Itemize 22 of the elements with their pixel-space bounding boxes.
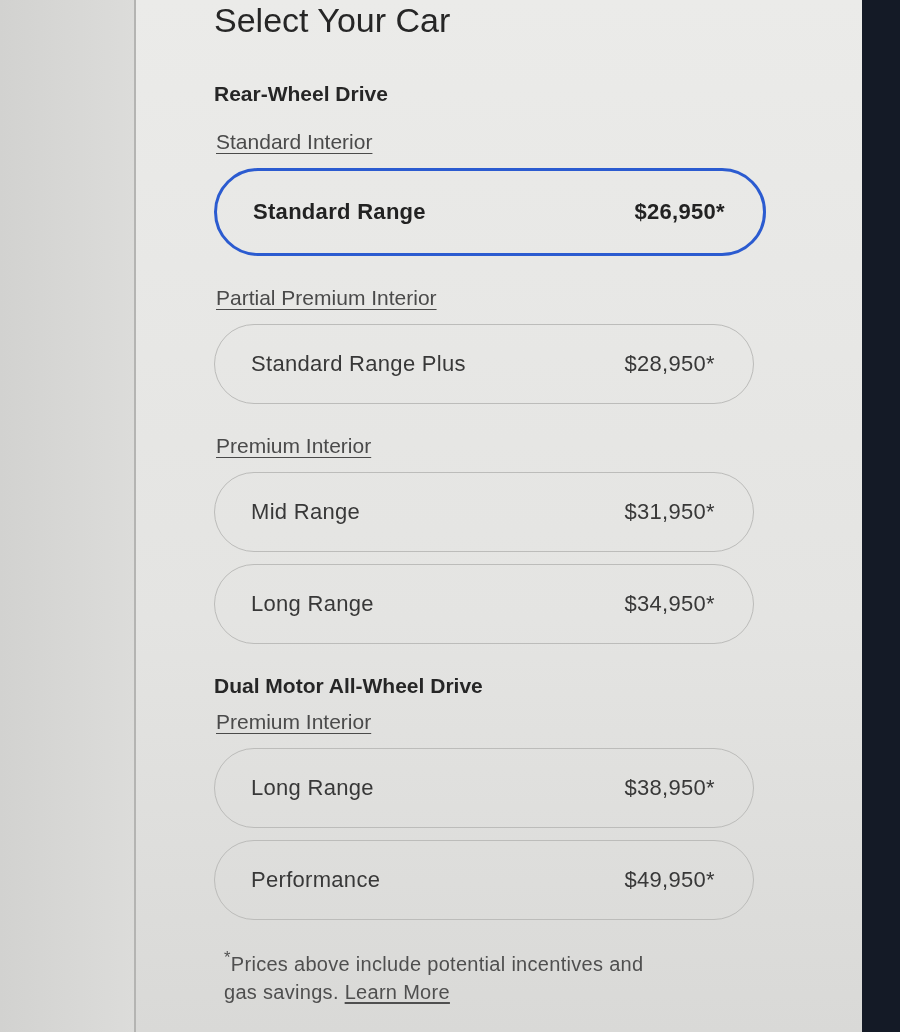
trim-name: Standard Range Plus <box>251 351 466 377</box>
interior-link[interactable]: Standard Interior <box>216 128 373 156</box>
trim-name: Long Range <box>251 591 374 617</box>
drive-heading: Rear-Wheel Drive <box>214 81 388 107</box>
trim-option[interactable]: Standard Range $26,950* <box>214 168 766 256</box>
footnote-text: $^{*}$Prices above include potential incentives and gas savings. Learn More <box>224 947 645 1005</box>
interior-link[interactable]: Premium Interior <box>216 432 372 460</box>
trim-name: Mid Range <box>251 499 361 525</box>
trim-price: $49,950* <box>624 867 715 893</box>
trim-name: Long Range <box>251 775 374 801</box>
trim-price: $28,950* <box>624 351 715 377</box>
trim-name: Standard Range <box>253 199 426 225</box>
drive-heading: Dual Motor All-Wheel Drive <box>214 673 483 699</box>
page-title: Select Your Car <box>214 0 451 41</box>
trim-name: Performance <box>251 867 381 893</box>
trim-price: $31,950* <box>624 499 715 525</box>
trim-price: $38,950* <box>624 775 715 801</box>
learn-more-link[interactable]: Learn More <box>344 980 450 1003</box>
interior-link[interactable]: Premium Interior <box>216 708 372 736</box>
interior-link[interactable]: Partial Premium Interior <box>216 284 437 312</box>
trim-price: $26,950* <box>634 199 725 225</box>
trim-price: $34,950* <box>624 591 715 617</box>
